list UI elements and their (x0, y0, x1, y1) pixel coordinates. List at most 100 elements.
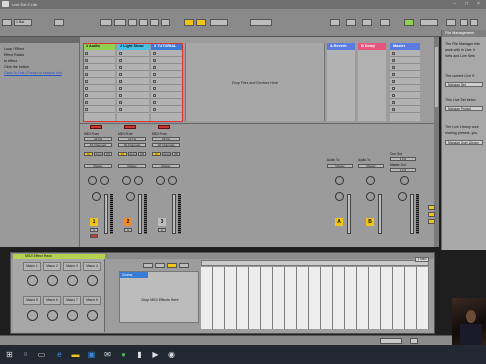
send-a-knob[interactable] (122, 176, 131, 185)
monitor-auto-button-2[interactable]: Auto (128, 152, 137, 156)
output-select[interactable]: Master (84, 164, 112, 168)
close-icon[interactable]: × (474, 1, 483, 7)
return-b-activator[interactable]: B (366, 218, 374, 226)
detail-toggle[interactable] (410, 338, 418, 344)
scene-launch[interactable] (390, 64, 420, 71)
send-b-knob[interactable] (100, 176, 109, 185)
master-header[interactable]: Master (390, 43, 420, 50)
toggle-button[interactable] (428, 212, 435, 217)
punch-in-button[interactable] (330, 19, 340, 26)
macro-knob[interactable] (67, 310, 78, 321)
store-icon[interactable]: ▣ (86, 349, 97, 360)
macro-knob[interactable] (47, 275, 58, 286)
volume-fader-2[interactable] (138, 194, 142, 234)
manage-project-button[interactable]: Manage Project (445, 106, 483, 111)
follow-button[interactable] (100, 19, 112, 26)
return-a-send-knob[interactable] (335, 176, 344, 185)
camera-icon[interactable]: ◉ (166, 349, 177, 360)
monitor-off-button[interactable]: Off (104, 152, 112, 156)
scene-launch[interactable] (390, 57, 420, 64)
metronome-button[interactable] (54, 19, 64, 26)
monitor-in-button-2[interactable]: In (118, 152, 127, 156)
scene-launch[interactable] (390, 78, 420, 85)
macro-knob[interactable] (67, 275, 78, 286)
key-button[interactable] (143, 263, 153, 268)
toggle-button[interactable] (428, 205, 435, 210)
loop-switch[interactable] (362, 19, 372, 26)
send-a-knob[interactable] (156, 176, 165, 185)
solo-button-3[interactable]: S (158, 228, 166, 232)
pan-knob-2[interactable] (126, 192, 135, 201)
scene-launch[interactable] (390, 71, 420, 78)
monitor-off-button-2[interactable]: Off (138, 152, 146, 156)
return-a-output[interactable]: Master (327, 164, 353, 168)
input-type-select-2[interactable]: All Ins (118, 137, 146, 141)
send-a-knob[interactable] (88, 176, 97, 185)
send-b-knob[interactable] (134, 176, 143, 185)
hide-button[interactable] (179, 263, 189, 268)
chain-header[interactable]: Chains (120, 272, 148, 278)
vel-button[interactable] (155, 263, 165, 268)
solo-button[interactable]: S (90, 228, 98, 232)
solo-button-2[interactable]: S (124, 228, 132, 232)
monitor-off-button-3[interactable]: Off (172, 152, 180, 156)
zone-editor[interactable] (201, 267, 429, 329)
return-b-send-knob[interactable] (366, 176, 375, 185)
bar-selector[interactable]: 1 Bar (14, 19, 32, 26)
scene-launch[interactable] (390, 50, 420, 57)
key-map-button[interactable] (196, 19, 206, 26)
arm-button[interactable] (90, 234, 98, 238)
rack-header[interactable]: MIDI Effect Rack (13, 254, 105, 259)
maximize-icon[interactable]: □ (462, 1, 471, 7)
draw-mode-button[interactable] (184, 19, 194, 26)
return-b-output[interactable]: Master (358, 164, 384, 168)
chain-select-button[interactable] (167, 263, 177, 268)
macro-knob[interactable] (87, 275, 98, 286)
record-button[interactable] (150, 19, 159, 26)
scene-launch[interactable] (390, 85, 420, 92)
scene-launch[interactable] (390, 106, 420, 113)
file-explorer-icon[interactable]: ▬ (70, 349, 81, 360)
return-a-activator[interactable]: A (335, 218, 343, 226)
drop-zone[interactable]: Drop Files and Devices Here (185, 43, 325, 121)
input-type-select-3[interactable]: All Ins (152, 137, 180, 141)
minimize-icon[interactable]: – (450, 1, 459, 7)
input-channel-select-2[interactable]: All Channels (118, 143, 146, 147)
return-a-pan-knob[interactable] (335, 192, 344, 201)
cue-out-select[interactable]: ii 1/2 (390, 157, 416, 161)
macro-knob[interactable] (27, 310, 38, 321)
loop-start[interactable] (250, 19, 272, 26)
volume-fader[interactable] (104, 194, 108, 234)
chain-list[interactable]: Chains Drop MIDI Effects Here (119, 271, 199, 323)
tap-button[interactable] (2, 19, 12, 26)
input-type-select[interactable]: All Ins (84, 137, 112, 141)
media-icon[interactable]: ▶ (150, 349, 161, 360)
play-button[interactable] (128, 19, 137, 26)
chrome-icon[interactable]: ● (118, 349, 129, 360)
volume-fader-3[interactable] (172, 194, 176, 234)
macro-knob[interactable] (27, 275, 38, 286)
punch-out-button[interactable] (346, 19, 356, 26)
send-b-knob[interactable] (168, 176, 177, 185)
macro-knob[interactable] (47, 310, 58, 321)
monitor-in-button[interactable]: In (84, 152, 93, 156)
edge-browser-icon[interactable]: e (54, 349, 65, 360)
manage-user-library-button[interactable]: Manage User Library (445, 140, 483, 145)
master-pan-knob[interactable] (398, 192, 407, 201)
return-header-b[interactable]: B Delay (358, 43, 386, 50)
stop-clip-button[interactable] (124, 125, 136, 129)
track-activator-3[interactable]: 3 (158, 218, 166, 226)
monitor-in-button-3[interactable]: In (152, 152, 161, 156)
monitor-auto-button-3[interactable]: Auto (162, 152, 171, 156)
scene-launch[interactable] (390, 99, 420, 106)
macro-knob[interactable] (87, 310, 98, 321)
search-icon[interactable]: ○ (20, 349, 31, 360)
stop-button[interactable] (139, 19, 148, 26)
windows-start-icon[interactable]: ⊞ (4, 349, 15, 360)
track-activator-1[interactable]: 1 (90, 218, 98, 226)
stop-clip-button[interactable] (158, 125, 170, 129)
arrangement-position[interactable] (114, 19, 126, 26)
loop-length[interactable] (210, 19, 228, 26)
info-link[interactable]: Open In Link / Preset or session info (4, 71, 62, 75)
master-out-select[interactable]: ii 1/2 (390, 168, 416, 172)
